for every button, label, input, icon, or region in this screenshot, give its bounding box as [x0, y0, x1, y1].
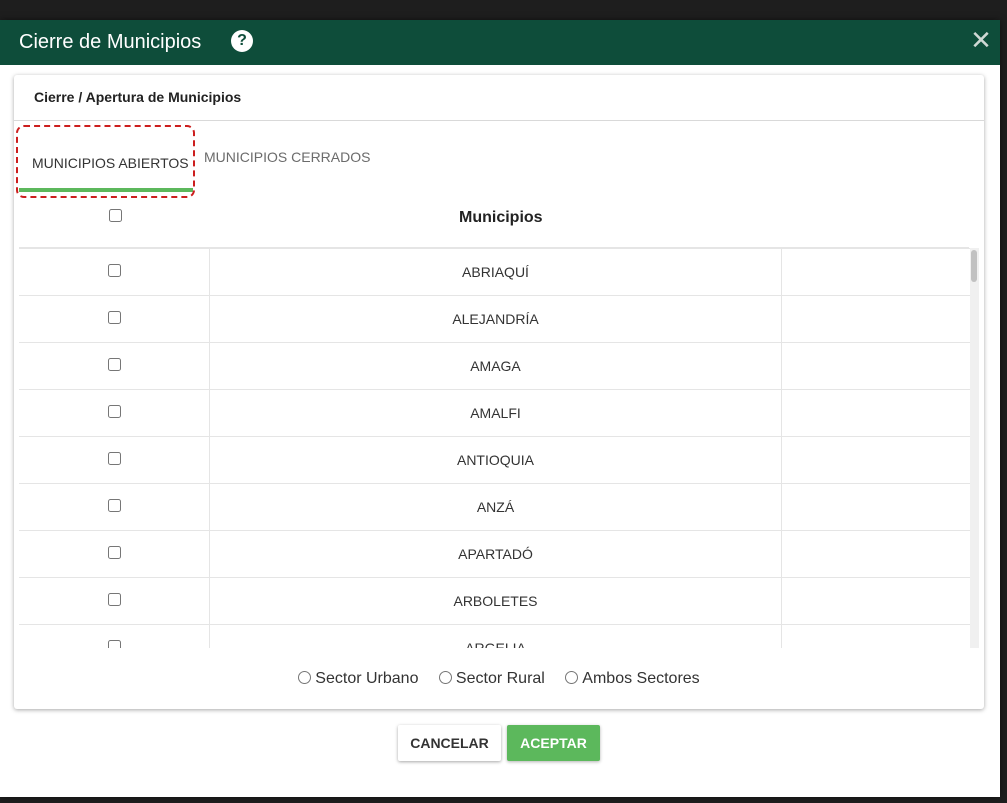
close-icon[interactable]: ✕ — [969, 26, 993, 54]
dialog-title: Cierre de Municipios — [19, 31, 202, 53]
municipio-name: AMAGA — [210, 343, 782, 389]
row-checkbox[interactable] — [108, 311, 121, 324]
municipios-dialog: Cierre de Municipios ? ✕ Cierre / Apertu… — [0, 20, 1000, 797]
table-row: ALEJANDRÍA — [19, 296, 971, 343]
municipio-name: ARBOLETES — [210, 578, 782, 624]
municipio-name: APARTADÓ — [210, 531, 782, 577]
sector-rural-radio[interactable] — [438, 671, 452, 684]
tab-municipios-cerrados[interactable]: MUNICIPIOS CERRADOS — [204, 149, 370, 165]
tab-focus-highlight — [16, 125, 195, 198]
table-row: AMAGA — [19, 343, 971, 390]
sector-option-ambos[interactable]: Ambos Sectores — [565, 670, 700, 688]
municipios-table: ABRIAQUÍ ALEJANDRÍA AMAGA AMALFI ANTIOQU… — [19, 248, 980, 648]
panel-header: Cierre / Apertura de Municipios — [14, 75, 984, 121]
table-row: ANTIOQUIA — [19, 437, 971, 484]
table-header: Municipios — [19, 202, 969, 248]
column-title-municipios: Municipios — [459, 209, 543, 226]
select-all-checkbox[interactable] — [109, 209, 122, 222]
table-row: ARGELIA — [19, 625, 971, 648]
table-row: ARBOLETES — [19, 578, 971, 625]
row-checkbox[interactable] — [108, 593, 121, 606]
scrollbar-thumb[interactable] — [971, 250, 977, 282]
sector-option-rural[interactable]: Sector Rural — [438, 670, 545, 688]
row-checkbox[interactable] — [108, 640, 121, 648]
accept-button[interactable]: ACEPTAR — [507, 725, 600, 761]
table-row: AMALFI — [19, 390, 971, 437]
dialog-titlebar: Cierre de Municipios ? ✕ — [0, 20, 1000, 65]
row-checkbox[interactable] — [108, 546, 121, 559]
row-checkbox[interactable] — [108, 405, 121, 418]
sector-urbano-radio[interactable] — [298, 671, 312, 684]
municipio-name: ALEJANDRÍA — [210, 296, 782, 342]
municipio-name: ANZÁ — [210, 484, 782, 530]
municipio-name: ARGELIA — [210, 625, 782, 648]
row-checkbox[interactable] — [108, 358, 121, 371]
municipio-name: ANTIOQUIA — [210, 437, 782, 483]
table-row: ABRIAQUÍ — [19, 248, 971, 296]
sector-radio-group: Sector Urbano Sector Rural Ambos Sectore… — [14, 670, 984, 700]
row-checkbox[interactable] — [108, 264, 121, 277]
table-row: ANZÁ — [19, 484, 971, 531]
municipio-name: ABRIAQUÍ — [210, 249, 782, 295]
municipio-name: AMALFI — [210, 390, 782, 436]
help-icon[interactable]: ? — [231, 30, 253, 52]
sector-ambos-radio[interactable] — [565, 671, 579, 684]
sector-option-urbano[interactable]: Sector Urbano — [298, 670, 418, 688]
table-row: APARTADÓ — [19, 531, 971, 578]
row-checkbox[interactable] — [108, 452, 121, 465]
cancel-button[interactable]: CANCELAR — [398, 725, 501, 761]
table-scrollbar[interactable] — [970, 248, 979, 648]
row-checkbox[interactable] — [108, 499, 121, 512]
panel-title: Cierre / Apertura de Municipios — [34, 89, 242, 105]
municipios-panel: Cierre / Apertura de Municipios MUNICIPI… — [14, 75, 984, 709]
